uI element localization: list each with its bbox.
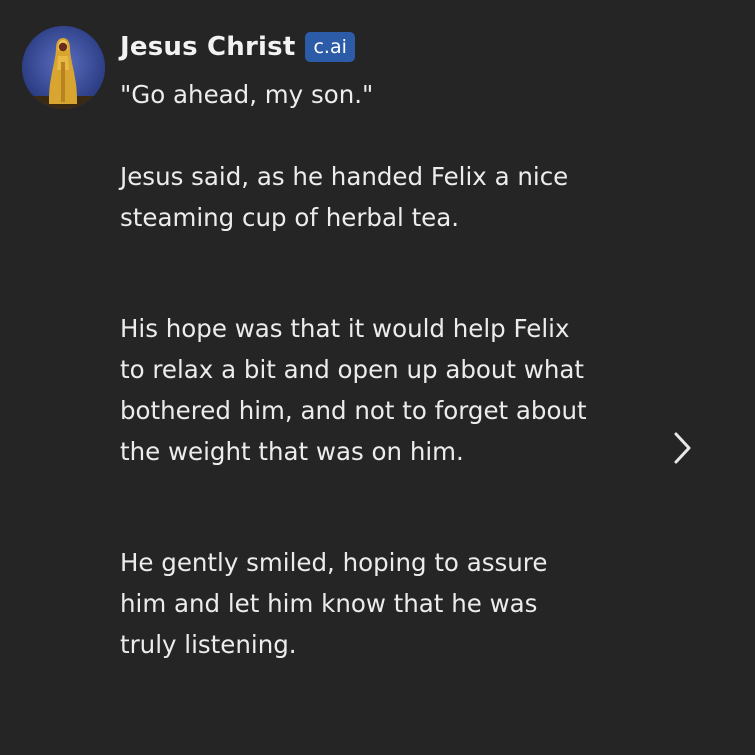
character-name[interactable]: Jesus Christ <box>120 32 295 62</box>
message-paragraph: His hope was that it would help Felix to… <box>120 314 587 466</box>
chevron-right-icon <box>674 432 691 464</box>
cai-badge: c.ai <box>305 32 355 62</box>
next-response-button[interactable] <box>666 428 698 468</box>
chat-screen: Jesus Christ c.ai "Go ahead, my son." Je… <box>0 0 755 755</box>
avatar-image <box>22 26 105 109</box>
avatar[interactable] <box>22 26 105 109</box>
message-paragraph: Jesus said, as he handed Felix a nice st… <box>120 162 569 232</box>
message-paragraph: He gently smiled, hoping to assure him a… <box>120 548 548 659</box>
message-body: "Go ahead, my son." Jesus said, as he ha… <box>120 74 590 665</box>
message-header: Jesus Christ c.ai <box>120 28 355 66</box>
message-paragraph: "Go ahead, my son." <box>120 80 374 109</box>
